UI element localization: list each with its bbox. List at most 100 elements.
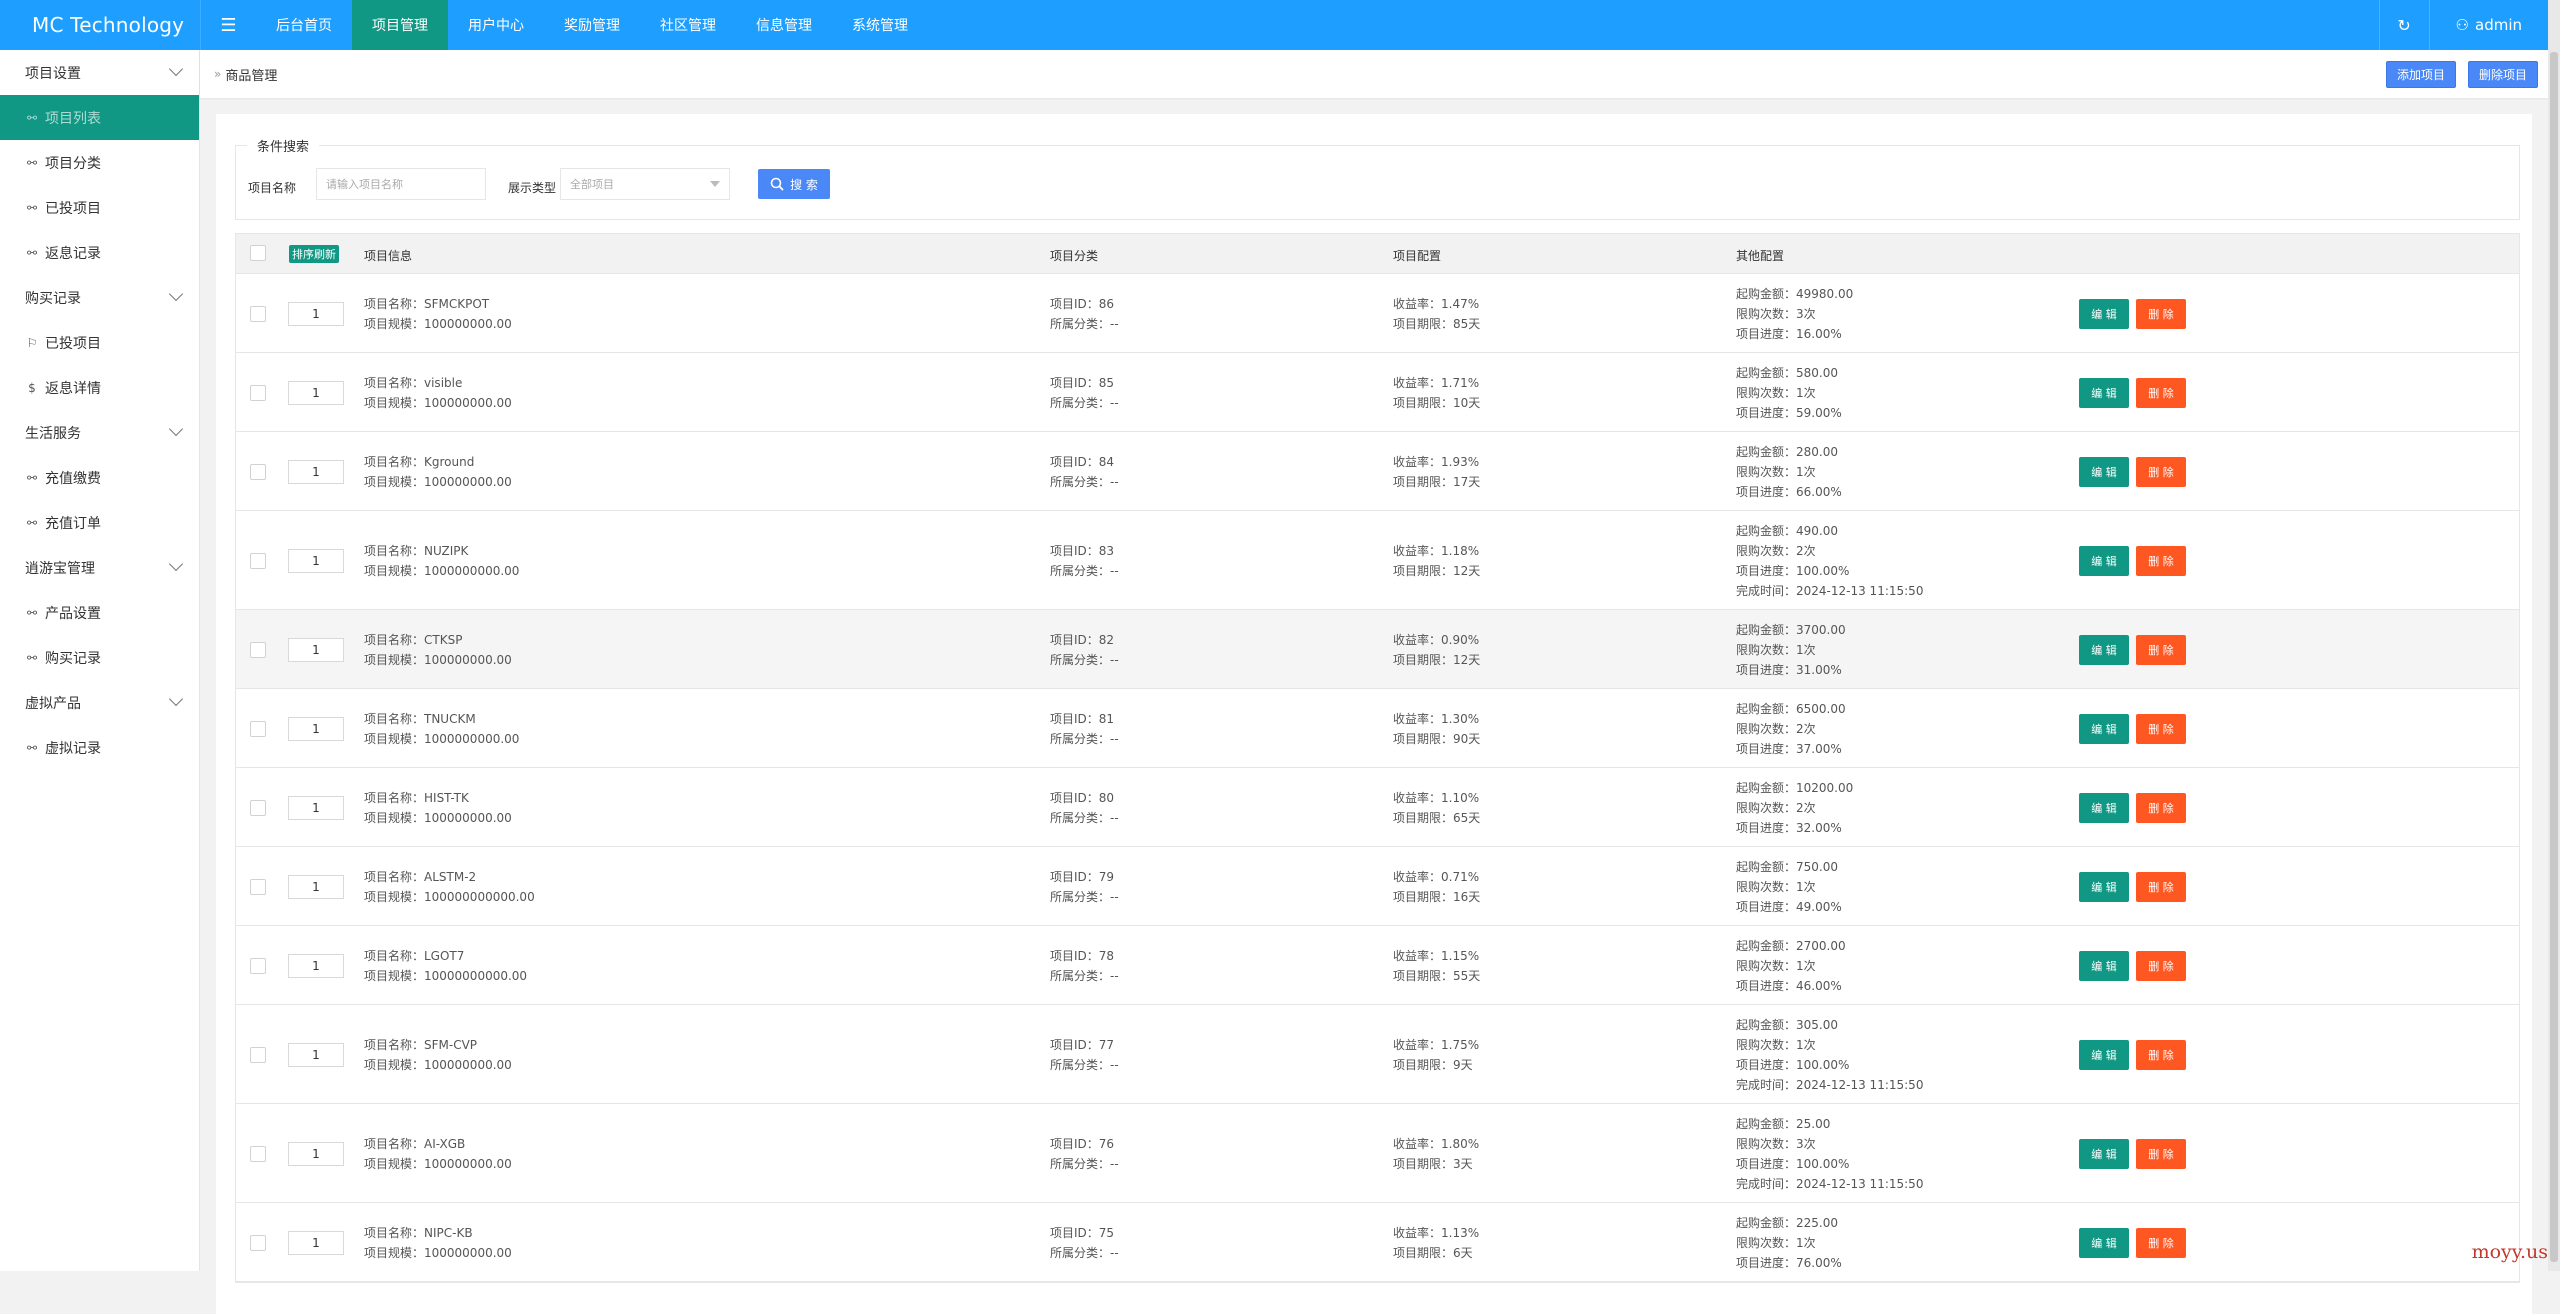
sort-order-input[interactable]: 1 <box>288 381 344 405</box>
edit-button[interactable]: 编 辑 <box>2079 1040 2129 1070</box>
sort-order-input[interactable]: 1 <box>288 875 344 899</box>
row-checkbox[interactable] <box>250 553 266 569</box>
project-id: 项目ID：75 <box>1050 1223 1119 1243</box>
add-project-button[interactable]: 添加项目 <box>2386 61 2456 88</box>
edit-button[interactable]: 编 辑 <box>2079 299 2129 329</box>
nav-item-6[interactable]: 系统管理 <box>832 0 928 50</box>
delete-button[interactable]: 删 除 <box>2136 1139 2186 1169</box>
sort-order-input[interactable]: 1 <box>288 1043 344 1067</box>
sort-order-input[interactable]: 1 <box>288 460 344 484</box>
sidebar-item-9[interactable]: ⚯充值缴费 <box>0 455 199 500</box>
page-scrollbar[interactable] <box>2548 50 2560 1271</box>
row-checkbox[interactable] <box>250 464 266 480</box>
header-project-info: 项目信息 <box>364 247 412 264</box>
refresh-icon[interactable]: ↻ <box>2379 0 2429 50</box>
nav-item-1[interactable]: 项目管理 <box>352 0 448 50</box>
project-rate: 收益率：1.47% <box>1393 294 1480 314</box>
sidebar-item-0[interactable]: 项目设置 <box>0 50 199 95</box>
sidebar-item-11[interactable]: 逍游宝管理 <box>0 545 199 590</box>
project-info: 项目名称：SFM-CVP项目规模：100000000.00 <box>364 1035 512 1075</box>
sidebar-item-7[interactable]: $返息详情 <box>0 365 199 410</box>
row-checkbox[interactable] <box>250 879 266 895</box>
edit-button[interactable]: 编 辑 <box>2079 951 2129 981</box>
sort-order-input[interactable]: 1 <box>288 1231 344 1255</box>
sort-order-input[interactable]: 1 <box>288 638 344 662</box>
edit-button[interactable]: 编 辑 <box>2079 457 2129 487</box>
delete-button[interactable]: 删 除 <box>2136 378 2186 408</box>
sidebar-item-3[interactable]: ⚯已投项目 <box>0 185 199 230</box>
table-row: 1项目名称：HIST-TK项目规模：100000000.00项目ID：80所属分… <box>236 768 2519 847</box>
row-checkbox[interactable] <box>250 1146 266 1162</box>
delete-project-button[interactable]: 删除项目 <box>2468 61 2538 88</box>
sidebar-item-13[interactable]: ⚯购买记录 <box>0 635 199 680</box>
sort-order-input[interactable]: 1 <box>288 954 344 978</box>
edit-button[interactable]: 编 辑 <box>2079 546 2129 576</box>
delete-button[interactable]: 删 除 <box>2136 872 2186 902</box>
search-button[interactable]: 搜 索 <box>758 169 830 199</box>
sort-order-input[interactable]: 1 <box>288 796 344 820</box>
other-config-line: 完成时间：2024-12-13 11:15:50 <box>1736 581 1923 601</box>
menu-toggle-icon[interactable]: ☰ <box>200 0 256 50</box>
user-menu[interactable]: ⚇ admin <box>2429 0 2548 50</box>
sort-order-input[interactable]: 1 <box>288 1142 344 1166</box>
sidebar-item-14[interactable]: 虚拟产品 <box>0 680 199 725</box>
sort-order-input[interactable]: 1 <box>288 302 344 326</box>
delete-button[interactable]: 删 除 <box>2136 457 2186 487</box>
select-all-checkbox[interactable] <box>250 245 266 261</box>
nav-item-4[interactable]: 社区管理 <box>640 0 736 50</box>
edit-button[interactable]: 编 辑 <box>2079 793 2129 823</box>
flag-icon: ⚐ <box>25 336 39 350</box>
delete-button[interactable]: 删 除 <box>2136 546 2186 576</box>
sidebar-item-2[interactable]: ⚯项目分类 <box>0 140 199 185</box>
sidebar-item-5[interactable]: 购买记录 <box>0 275 199 320</box>
delete-button[interactable]: 删 除 <box>2136 793 2186 823</box>
sidebar-item-1[interactable]: ⚯项目列表 <box>0 95 199 140</box>
edit-button[interactable]: 编 辑 <box>2079 1228 2129 1258</box>
edit-button[interactable]: 编 辑 <box>2079 714 2129 744</box>
project-name-input[interactable]: 请输入项目名称 <box>316 168 486 200</box>
delete-button[interactable]: 删 除 <box>2136 1228 2186 1258</box>
sidebar-item-8[interactable]: 生活服务 <box>0 410 199 455</box>
sidebar-item-label: 生活服务 <box>25 423 81 443</box>
delete-button[interactable]: 删 除 <box>2136 714 2186 744</box>
nav-item-2[interactable]: 用户中心 <box>448 0 544 50</box>
project-config: 收益率：1.75%项目期限：9天 <box>1393 1035 1479 1075</box>
other-config-line: 限购次数：3次 <box>1736 1134 1923 1154</box>
sidebar-item-10[interactable]: ⚯充值订单 <box>0 500 199 545</box>
edit-button[interactable]: 编 辑 <box>2079 378 2129 408</box>
row-checkbox[interactable] <box>250 642 266 658</box>
edit-button[interactable]: 编 辑 <box>2079 635 2129 665</box>
project-rate: 收益率：1.80% <box>1393 1134 1479 1154</box>
sidebar-item-12[interactable]: ⚯产品设置 <box>0 590 199 635</box>
sidebar-item-15[interactable]: ⚯虚拟记录 <box>0 725 199 770</box>
project-category: 项目ID：78所属分类：-- <box>1050 946 1119 986</box>
row-checkbox[interactable] <box>250 385 266 401</box>
delete-button[interactable]: 删 除 <box>2136 951 2186 981</box>
delete-button[interactable]: 删 除 <box>2136 299 2186 329</box>
nav-item-3[interactable]: 奖励管理 <box>544 0 640 50</box>
edit-button[interactable]: 编 辑 <box>2079 872 2129 902</box>
sort-order-input[interactable]: 1 <box>288 549 344 573</box>
nav-item-5[interactable]: 信息管理 <box>736 0 832 50</box>
table-row: 1项目名称：TNUCKM项目规模：1000000000.00项目ID：81所属分… <box>236 689 2519 768</box>
brand-logo[interactable]: MC Technology <box>0 0 200 50</box>
project-cat: 所属分类：-- <box>1050 650 1119 670</box>
sidebar-item-4[interactable]: ⚯返息记录 <box>0 230 199 275</box>
display-type-select[interactable]: 全部项目 <box>560 168 730 200</box>
row-checkbox[interactable] <box>250 306 266 322</box>
row-checkbox[interactable] <box>250 800 266 816</box>
row-checkbox[interactable] <box>250 958 266 974</box>
edit-button[interactable]: 编 辑 <box>2079 1139 2129 1169</box>
sort-order-input[interactable]: 1 <box>288 717 344 741</box>
sort-refresh-button[interactable]: 排序刷新 <box>289 245 339 263</box>
sidebar-item-6[interactable]: ⚐ 已投项目 <box>0 320 199 365</box>
scrollbar-thumb[interactable] <box>2550 52 2558 1262</box>
delete-button[interactable]: 删 除 <box>2136 1040 2186 1070</box>
row-checkbox[interactable] <box>250 721 266 737</box>
sidebar-item-label: 已投项目 <box>45 333 101 353</box>
row-checkbox[interactable] <box>250 1047 266 1063</box>
row-checkbox[interactable] <box>250 1235 266 1251</box>
project-rate: 收益率：1.15% <box>1393 946 1480 966</box>
nav-item-0[interactable]: 后台首页 <box>256 0 352 50</box>
delete-button[interactable]: 删 除 <box>2136 635 2186 665</box>
